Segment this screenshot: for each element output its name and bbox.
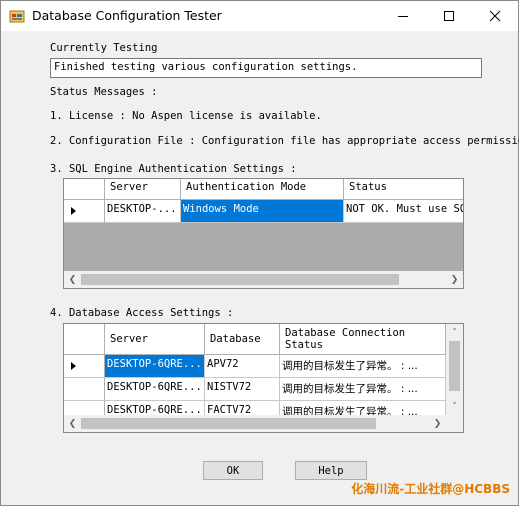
cell-connection-status[interactable]: 调用的目标发生了异常。 : ... (280, 355, 446, 378)
cell-server[interactable]: DESKTOP-6QRE... (105, 355, 205, 378)
vertical-scrollbar[interactable]: ˄ ˅ (446, 324, 463, 415)
sql-auth-grid[interactable]: Server Authentication Mode Status DESKTO… (63, 178, 464, 289)
scroll-right-icon[interactable]: ❯ (429, 415, 446, 432)
db-access-heading: 4. Database Access Settings : (50, 307, 234, 319)
close-button[interactable] (472, 1, 518, 31)
cell-connection-status[interactable]: 调用的目标发生了异常。 : ... (280, 378, 446, 401)
grid-header-row: Server Database Database Connection Stat… (64, 324, 446, 355)
cell-database[interactable]: APV72 (205, 355, 280, 378)
status-message-config-file: 2. Configuration File : Configuration fi… (50, 135, 519, 147)
row-header[interactable] (64, 200, 105, 223)
scroll-left-icon[interactable]: ❮ (64, 271, 81, 288)
column-header-database[interactable]: Database (205, 324, 280, 355)
ok-button[interactable]: OK (203, 461, 263, 480)
scrollbar-thumb[interactable] (81, 418, 376, 429)
column-header-authentication-mode[interactable]: Authentication Mode (181, 179, 344, 200)
grid-header-row: Server Authentication Mode Status (64, 179, 463, 200)
status-messages-heading: Status Messages : (50, 86, 158, 98)
minimize-icon (398, 16, 408, 17)
cell-server[interactable]: DESKTOP-6QRE... (105, 378, 205, 401)
cell-database[interactable]: NISTV72 (205, 378, 280, 401)
window-title: Database Configuration Tester (32, 8, 222, 23)
cell-server[interactable]: DESKTOP-... (105, 200, 181, 223)
maximize-button[interactable] (426, 1, 472, 31)
row-header[interactable] (64, 355, 105, 378)
minimize-button[interactable] (380, 1, 426, 31)
current-row-arrow-icon (71, 207, 76, 215)
scroll-up-icon[interactable]: ˄ (446, 324, 463, 341)
current-row-arrow-icon (71, 362, 76, 370)
app-icon (9, 10, 25, 23)
scroll-left-icon[interactable]: ❮ (64, 415, 81, 432)
horizontal-scrollbar[interactable]: ❮ ❯ (64, 271, 463, 288)
status-message-license: 1. License : No Aspen license is availab… (50, 110, 322, 122)
column-header-connection-status[interactable]: Database Connection Status (280, 324, 446, 355)
row-header-corner (64, 324, 105, 355)
watermark-text: 化海川流-工业社群@HCBBS (351, 482, 510, 496)
db-access-grid[interactable]: Server Database Database Connection Stat… (63, 323, 464, 433)
dialog-window: Database Configuration Tester Currently … (0, 0, 519, 506)
cell-authentication-mode[interactable]: Windows Mode (181, 200, 344, 223)
horizontal-scrollbar[interactable]: ❮ ❯ (64, 415, 446, 432)
title-bar[interactable]: Database Configuration Tester (1, 1, 518, 31)
column-header-server[interactable]: Server (105, 179, 181, 200)
cell-status[interactable]: NOT OK. Must use SQL (344, 200, 463, 223)
scroll-down-icon[interactable]: ˅ (446, 398, 463, 415)
scroll-right-icon[interactable]: ❯ (446, 271, 463, 288)
scrollbar-thumb[interactable] (81, 274, 399, 285)
help-button[interactable]: Help (295, 461, 367, 480)
column-header-server[interactable]: Server (105, 324, 205, 355)
close-icon (489, 10, 501, 22)
row-header-corner (64, 179, 105, 200)
maximize-icon (444, 11, 454, 21)
row-header[interactable] (64, 378, 105, 401)
currently-testing-label: Currently Testing (50, 42, 158, 54)
scrollbar-thumb[interactable] (449, 341, 460, 391)
scrollbar-corner (446, 415, 463, 432)
sql-auth-heading: 3. SQL Engine Authentication Settings : (50, 163, 297, 175)
currently-testing-field[interactable]: Finished testing various configuration s… (50, 58, 482, 78)
column-header-status[interactable]: Status (344, 179, 463, 200)
